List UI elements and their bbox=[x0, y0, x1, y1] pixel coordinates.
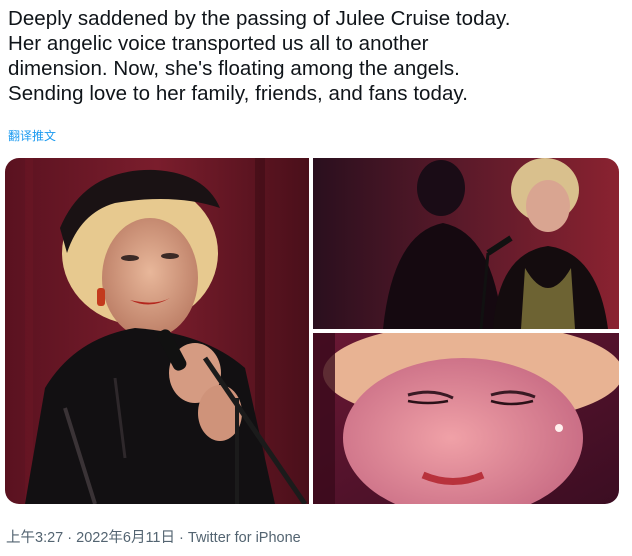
tweet-date[interactable]: 2022年6月11日 bbox=[76, 530, 175, 546]
tweet-photo-2[interactable] bbox=[313, 158, 619, 329]
tweet-photo-3[interactable] bbox=[313, 333, 619, 504]
tweet-photo-1[interactable] bbox=[5, 158, 309, 504]
tweet-text: Deeply saddened by the passing of Julee … bbox=[8, 6, 628, 106]
tweet-time[interactable]: 上午3:27 bbox=[6, 530, 63, 546]
media-grid bbox=[5, 158, 619, 504]
tweet-text-line: Deeply saddened by the passing of Julee … bbox=[8, 7, 511, 30]
meta-separator: · bbox=[175, 530, 188, 546]
photo-1-image bbox=[5, 158, 309, 504]
translate-tweet-link[interactable]: 翻译推文 bbox=[8, 127, 56, 144]
tweet-text-line: dimension. Now, she's floating among the… bbox=[8, 57, 460, 80]
tweet-text-line: Sending love to her family, friends, and… bbox=[8, 82, 468, 105]
meta-separator: · bbox=[63, 530, 77, 546]
tweet-text-line: Her angelic voice transported us all to … bbox=[8, 32, 429, 55]
tweet-source[interactable]: Twitter for iPhone bbox=[188, 530, 301, 546]
photo-3-image bbox=[313, 333, 619, 504]
tweet-meta: 上午3:27 · 2022年6月11日 · Twitter for iPhone bbox=[6, 526, 301, 547]
photo-2-image bbox=[313, 158, 619, 329]
